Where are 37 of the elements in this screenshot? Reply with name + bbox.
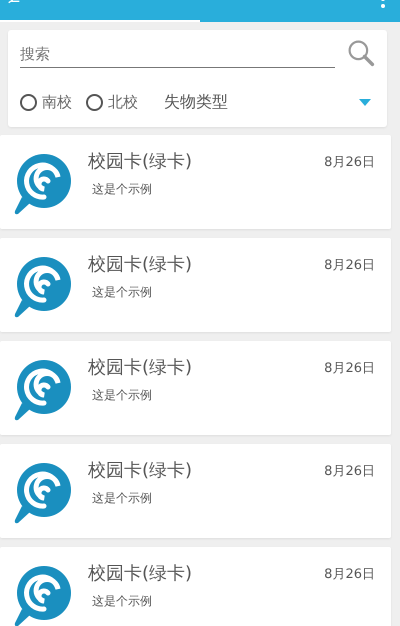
radio-circle-icon[interactable] (20, 94, 37, 111)
item-date: 8月26日 (324, 360, 375, 377)
item-card[interactable]: 校园卡(绿卡) 8月26日 这是个示例 (0, 135, 391, 229)
radio-option[interactable]: 北校 (86, 93, 138, 112)
swirl-logo-icon (12, 151, 72, 217)
item-description: 这是个示例 (92, 181, 153, 198)
category-dropdown[interactable]: 失物类型 (164, 92, 375, 113)
item-date: 8月26日 (324, 154, 375, 171)
radio-label: 北校 (108, 93, 138, 112)
item-title: 校园卡(绿卡) (88, 562, 192, 585)
item-title: 校园卡(绿卡) (88, 459, 192, 482)
swirl-logo-icon (12, 563, 72, 626)
item-title: 校园卡(绿卡) (88, 253, 192, 276)
item-description: 这是个示例 (92, 284, 153, 301)
caret-icon (359, 98, 371, 106)
item-description: 这是个示例 (92, 490, 153, 507)
item-description: 这是个示例 (92, 387, 153, 404)
item-title: 校园卡(绿卡) (88, 150, 192, 173)
search-input[interactable]: 搜索 (20, 45, 335, 63)
item-card[interactable]: 校园卡(绿卡) 8月26日 这是个示例 (0, 238, 391, 332)
item-date: 8月26日 (324, 566, 375, 583)
radio-option[interactable]: 南校 (20, 93, 72, 112)
search-field[interactable]: 搜索 (20, 38, 335, 68)
item-card[interactable]: 校园卡(绿卡) 8月26日 这是个示例 (0, 444, 391, 538)
item-date: 8月26日 (324, 463, 375, 480)
more-icon[interactable] (380, 0, 386, 10)
item-title: 校园卡(绿卡) (88, 356, 192, 379)
radio-circle-icon[interactable] (86, 94, 103, 111)
swirl-logo-icon (12, 357, 72, 423)
item-description: 这是个示例 (92, 593, 153, 610)
item-date: 8月26日 (324, 257, 375, 274)
item-card[interactable]: 校园卡(绿卡) 8月26日 这是个示例 (0, 341, 391, 435)
item-card[interactable]: 校园卡(绿卡) 8月26日 这是个示例 (0, 547, 391, 626)
radio-label: 南校 (42, 93, 72, 112)
swirl-logo-icon (12, 460, 72, 526)
swirl-logo-icon (12, 254, 72, 320)
search-icon[interactable] (347, 39, 375, 67)
